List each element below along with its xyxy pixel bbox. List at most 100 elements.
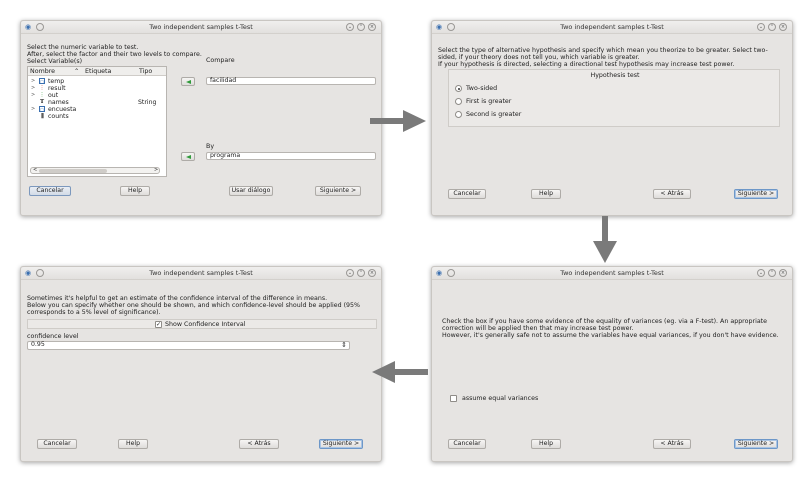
variable-tree[interactable]: Nombre ⌃ Etiqueta Tipo > □ temp > ⋮ resu… xyxy=(27,66,167,177)
variable-name: result xyxy=(48,85,66,92)
intro-line-3: If your hypothesis is directed, selectin… xyxy=(438,61,735,68)
equal-variances-label[interactable]: assume equal variances xyxy=(462,395,538,402)
confidence-group: ✓ Show Confidence Interval xyxy=(27,319,377,329)
next-button[interactable]: Siguiente > xyxy=(734,439,778,449)
next-button[interactable]: Siguiente > xyxy=(734,189,778,199)
flow-arrow-left-icon xyxy=(372,361,428,383)
flow-arrow-down-icon xyxy=(593,216,617,263)
radio-two-sided[interactable] xyxy=(455,85,462,92)
intro-line-1: Select the numeric variable to test. xyxy=(27,44,139,51)
column-header-label[interactable]: Etiqueta xyxy=(85,68,111,75)
hypothesis-group: Hypothesis test Two-sided First is great… xyxy=(448,69,780,127)
dialog-step-variables: ◉ Two independent samples t-Test ⌄ ⌃ × S… xyxy=(20,20,382,216)
window-title: Two independent samples t-Test xyxy=(149,23,253,31)
minimize-icon[interactable]: ⌄ xyxy=(757,269,765,277)
by-field[interactable]: programa xyxy=(206,152,376,160)
scroll-right-icon[interactable]: > xyxy=(154,167,158,173)
cancel-button[interactable]: Cancelar xyxy=(448,189,486,199)
expand-icon[interactable]: > xyxy=(31,85,35,91)
use-dialog-button[interactable]: Usar diálogo xyxy=(229,186,273,196)
variable-type: String xyxy=(138,99,157,106)
cancel-button[interactable]: Cancelar xyxy=(37,439,77,449)
variable-row-counts[interactable]: ‖‖ counts xyxy=(28,113,166,120)
maximize-icon[interactable]: ⌃ xyxy=(357,269,365,277)
colored-dots-icon: ⋮ xyxy=(39,85,45,91)
intro-line-2: sided, if your theory does not tell you,… xyxy=(438,54,640,61)
add-by-button[interactable] xyxy=(181,152,195,161)
intro-line-3: However, it's generally safe not to assu… xyxy=(442,332,779,339)
radio-second-greater[interactable] xyxy=(455,111,462,118)
dialog-step-hypothesis: ◉ Two independent samples t-Test ⌄ ⌃ × S… xyxy=(431,20,793,216)
add-compare-button[interactable] xyxy=(181,77,195,86)
close-icon[interactable]: × xyxy=(368,269,376,277)
spin-arrows-icon[interactable]: ⇕ xyxy=(341,342,347,349)
expand-icon[interactable]: > xyxy=(31,78,35,84)
minimize-icon[interactable]: ⌄ xyxy=(346,269,354,277)
intro-line-2: correction will be applied then that may… xyxy=(442,325,634,332)
variable-name: names xyxy=(48,99,69,106)
next-button[interactable]: Siguiente > xyxy=(319,439,363,449)
option-label-first-greater[interactable]: First is greater xyxy=(466,98,511,105)
close-icon[interactable]: × xyxy=(779,269,787,277)
confidence-level-label: confidence level xyxy=(27,333,79,340)
column-header-type[interactable]: Tipo xyxy=(139,68,152,75)
variable-row-temp[interactable]: > □ temp xyxy=(28,78,166,85)
window-title: Two independent samples t-Test xyxy=(560,23,664,31)
maximize-icon[interactable]: ⌃ xyxy=(357,23,365,31)
intro-line-2: After, select the factor and their two l… xyxy=(27,51,202,58)
select-variables-label: Select Variable(s) xyxy=(27,58,83,65)
variable-row-result[interactable]: > ⋮ result xyxy=(28,85,166,92)
scroll-left-icon[interactable]: < xyxy=(33,167,37,173)
help-button[interactable]: Help xyxy=(120,186,150,196)
confidence-level-spinbox[interactable]: 0.95 ⇕ xyxy=(27,341,350,350)
back-button[interactable]: < Atrás xyxy=(653,189,691,199)
show-ci-checkbox[interactable]: ✓ xyxy=(155,321,162,328)
minimize-icon[interactable]: ⌄ xyxy=(346,23,354,31)
help-button[interactable]: Help xyxy=(531,439,561,449)
title-bar[interactable]: ◉ Two independent samples t-Test ⌄ ⌃ × xyxy=(21,21,381,34)
title-bar[interactable]: ◉ Two independent samples t-Test ⌄ ⌃ × xyxy=(432,267,792,280)
next-button[interactable]: Siguiente > xyxy=(315,186,361,196)
maximize-icon[interactable]: ⌃ xyxy=(768,23,776,31)
variable-name: temp xyxy=(48,78,65,85)
horizontal-scrollbar[interactable]: < > xyxy=(30,167,160,174)
cancel-button[interactable]: Cancelar xyxy=(29,186,71,196)
expand-icon[interactable]: > xyxy=(31,106,35,112)
variable-row-names[interactable]: T names String xyxy=(28,99,166,106)
title-bar[interactable]: ◉ Two independent samples t-Test ⌄ ⌃ × xyxy=(21,267,381,280)
minimize-icon[interactable]: ⌄ xyxy=(757,23,765,31)
sort-ascending-icon: ⌃ xyxy=(74,68,80,75)
title-bar[interactable]: ◉ Two independent samples t-Test ⌄ ⌃ × xyxy=(432,21,792,34)
intro-line-2: Below you can specify whether one should… xyxy=(27,302,361,309)
back-button[interactable]: < Atrás xyxy=(239,439,279,449)
compare-field[interactable]: facilidad xyxy=(206,77,376,85)
by-label: By xyxy=(206,143,215,150)
factor-icon: □ xyxy=(39,78,45,84)
factor-icon: □ xyxy=(39,106,45,112)
group-title: Hypothesis test xyxy=(590,72,640,79)
equal-variances-checkbox[interactable] xyxy=(450,395,457,402)
close-icon[interactable]: × xyxy=(779,23,787,31)
cancel-button[interactable]: Cancelar xyxy=(448,439,486,449)
close-icon[interactable]: × xyxy=(368,23,376,31)
variable-name: out xyxy=(48,92,59,99)
option-label-second-greater[interactable]: Second is greater xyxy=(466,111,521,118)
expand-icon[interactable]: > xyxy=(31,92,35,98)
help-button[interactable]: Help xyxy=(118,439,148,449)
maximize-icon[interactable]: ⌃ xyxy=(768,269,776,277)
variable-row-encuesta[interactable]: > □ encuesta xyxy=(28,106,166,113)
variable-row-out[interactable]: > ⋮ out xyxy=(28,92,166,99)
compare-label: Compare xyxy=(206,57,235,64)
scrollbar-thumb[interactable] xyxy=(39,169,107,173)
option-label-two-sided[interactable]: Two-sided xyxy=(466,85,497,92)
radio-first-greater[interactable] xyxy=(455,98,462,105)
intro-line-1: Select the type of alternative hypothesi… xyxy=(438,47,768,54)
back-button[interactable]: < Atrás xyxy=(653,439,691,449)
dialog-step-variances: ◉ Two independent samples t-Test ⌄ ⌃ × C… xyxy=(431,266,793,462)
variable-name: encuesta xyxy=(48,106,77,113)
numeric-icon: ‖‖ xyxy=(40,113,45,119)
intro-line-3: corresponds to a 5% level of significanc… xyxy=(27,309,161,316)
show-ci-label[interactable]: Show Confidence Interval xyxy=(165,321,246,328)
column-header-name[interactable]: Nombre xyxy=(30,68,55,75)
help-button[interactable]: Help xyxy=(531,189,561,199)
